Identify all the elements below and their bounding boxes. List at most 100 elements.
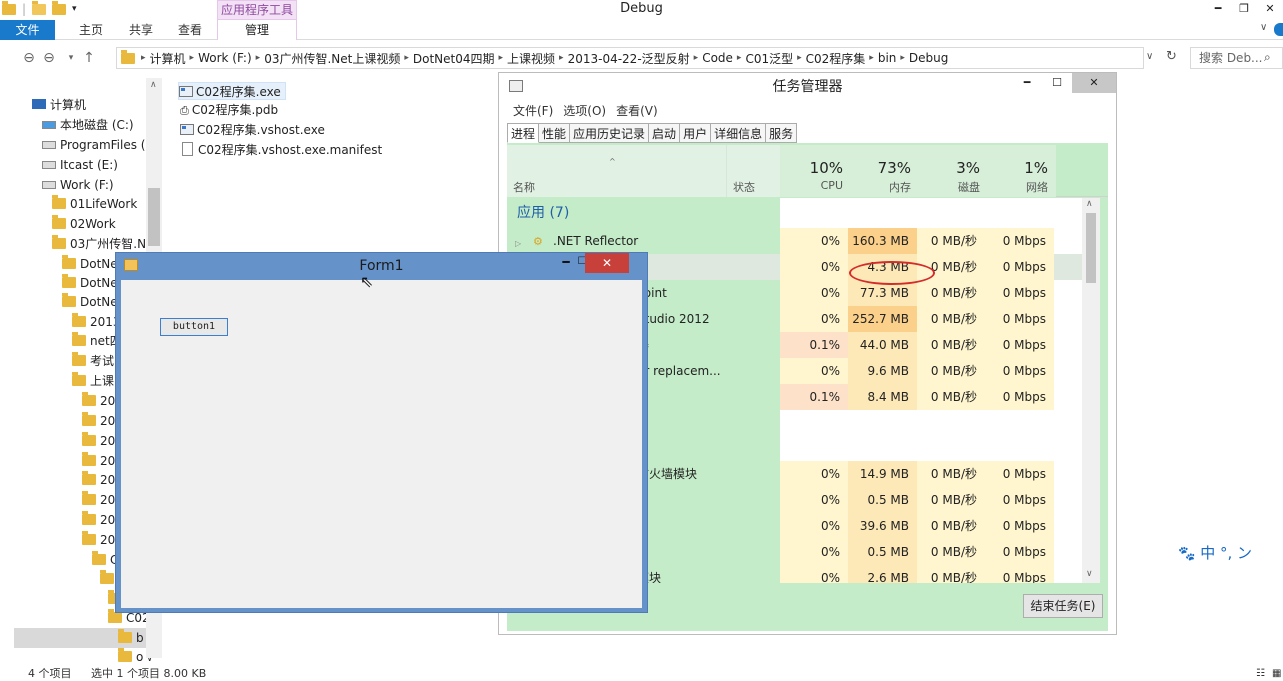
- address-bar[interactable]: ▸ 计算机 ▸ Work (F:) ▸ 03广州传智.Net上课视频 ▸ DotNet…: [116, 47, 1144, 69]
- ime-toolbar[interactable]: 🐾 中 °, ン: [1178, 541, 1283, 565]
- paw-icon[interactable]: 🐾: [1178, 546, 1195, 562]
- tab-details[interactable]: 详细信息: [711, 123, 767, 143]
- ribbon-tab-file[interactable]: 文件: [0, 20, 55, 40]
- properties-folder-icon[interactable]: [52, 0, 67, 15]
- menu-file[interactable]: 文件(F): [513, 102, 553, 119]
- column-header-name[interactable]: 名称: [513, 179, 535, 195]
- column-header-disk[interactable]: 磁盘: [917, 179, 980, 195]
- tab-services[interactable]: 服务: [766, 123, 798, 143]
- breadcrumb-separator[interactable]: ▸: [559, 53, 564, 63]
- ribbon-tab-share[interactable]: 共享: [129, 20, 153, 40]
- nav-item-folder[interactable]: 上课: [72, 371, 114, 391]
- ime-status-text[interactable]: 中 °, ン: [1200, 544, 1252, 562]
- minimize-icon[interactable]: ━: [1012, 73, 1042, 93]
- nav-item-folder[interactable]: DotNe: [62, 273, 118, 293]
- nav-item-folder[interactable]: 20: [82, 470, 115, 490]
- nav-item-folder-bin[interactable]: b: [118, 628, 144, 648]
- nav-item-folder[interactable]: 20: [82, 490, 115, 510]
- group-header-apps[interactable]: 应用 (7): [507, 198, 1082, 224]
- file-item-pdb[interactable]: ⎙ C02程序集.pdb: [180, 101, 278, 119]
- help-icon[interactable]: [1274, 23, 1283, 36]
- minimize-icon[interactable]: ━: [1205, 0, 1231, 18]
- nav-item-folder[interactable]: 01LifeWork: [52, 194, 137, 214]
- button1[interactable]: button1: [160, 318, 228, 336]
- nav-item-folder[interactable]: 20: [82, 510, 115, 530]
- process-list-scrollbar-thumb[interactable]: [1086, 213, 1096, 283]
- qat-dropdown-icon[interactable]: ▾: [72, 4, 77, 14]
- breadcrumb-videos[interactable]: 上课视频: [507, 50, 555, 67]
- end-task-button[interactable]: 结束任务(E): [1023, 594, 1103, 618]
- breadcrumb-date[interactable]: 2013-04-22-泛型反射: [568, 50, 690, 67]
- breadcrumb-computer[interactable]: 计算机: [150, 50, 186, 67]
- ribbon-tab-manage[interactable]: 管理: [217, 20, 297, 40]
- nav-item-folder[interactable]: 考试: [72, 351, 114, 371]
- nav-item-folder[interactable]: 2013: [72, 312, 121, 332]
- ribbon-expand-icon[interactable]: ∨: [1260, 22, 1267, 33]
- nav-item-folder[interactable]: 20: [82, 530, 115, 550]
- column-header-network[interactable]: 网络: [985, 179, 1048, 195]
- nav-scrollbar-thumb[interactable]: [148, 188, 160, 246]
- ribbon-tab-view[interactable]: 查看: [178, 20, 202, 40]
- scroll-up-icon[interactable]: ∧: [150, 80, 157, 90]
- forward-button[interactable]: ⊖: [40, 49, 58, 67]
- breadcrumb-separator[interactable]: ▸: [900, 53, 905, 63]
- nav-item-computer[interactable]: 计算机: [32, 95, 86, 115]
- nav-item-folder[interactable]: 02Work: [52, 214, 116, 234]
- column-header-status[interactable]: 状态: [733, 179, 755, 195]
- breadcrumb-work[interactable]: Work (F:): [198, 51, 252, 65]
- back-button[interactable]: ⊖: [20, 49, 38, 67]
- nav-item-folder[interactable]: DotNe: [62, 292, 118, 312]
- close-icon[interactable]: ✕: [585, 253, 629, 273]
- large-icons-view-icon[interactable]: ▦: [1272, 666, 1281, 681]
- breadcrumb-c02[interactable]: C02程序集: [806, 50, 866, 67]
- nav-item-folder[interactable]: 20: [82, 411, 115, 431]
- scroll-up-icon[interactable]: ∧: [1086, 199, 1093, 209]
- breadcrumb-separator[interactable]: ▸: [141, 53, 146, 63]
- search-icon[interactable]: ⌕: [1264, 50, 1271, 65]
- new-folder-icon[interactable]: [32, 0, 47, 15]
- nav-item-folder[interactable]: 20: [82, 431, 115, 451]
- breadcrumb-separator[interactable]: ▸: [499, 53, 504, 63]
- restore-icon[interactable]: ❐: [1231, 0, 1257, 18]
- address-dropdown-icon[interactable]: ∨: [1146, 51, 1153, 62]
- nav-item-drive-e[interactable]: Itcast (E:): [42, 155, 118, 175]
- close-icon[interactable]: ✕: [1072, 73, 1116, 93]
- breadcrumb-separator[interactable]: ▸: [694, 53, 699, 63]
- breadcrumb-bin[interactable]: bin: [878, 51, 897, 65]
- menu-view[interactable]: 查看(V): [616, 102, 658, 119]
- process-row[interactable]: .NET Reflector 0% 160.3 MB 0 MB/秒 0 Mbps: [507, 228, 1082, 254]
- breadcrumb-separator[interactable]: ▸: [797, 53, 802, 63]
- nav-item-drive-c[interactable]: 本地磁盘 (C:): [42, 115, 134, 135]
- refresh-icon[interactable]: ↻: [1166, 49, 1177, 64]
- tab-processes[interactable]: 进程: [507, 123, 540, 143]
- breadcrumb-separator[interactable]: ▸: [404, 53, 409, 63]
- nav-item-folder[interactable]: 20: [82, 391, 115, 411]
- tab-startup[interactable]: 启动: [649, 123, 681, 143]
- tab-performance[interactable]: 性能: [539, 123, 571, 143]
- minimize-icon[interactable]: ━: [554, 253, 578, 273]
- details-view-icon[interactable]: ☷: [1256, 666, 1265, 681]
- breadcrumb-separator[interactable]: ▸: [190, 53, 195, 63]
- column-header-cpu[interactable]: CPU: [780, 179, 843, 192]
- nav-item-drive-f[interactable]: Work (F:): [42, 175, 114, 195]
- maximize-icon[interactable]: ☐: [1042, 73, 1072, 93]
- breadcrumb-separator[interactable]: ▸: [256, 53, 261, 63]
- nav-item-folder[interactable]: 03广州传智.Ne: [52, 234, 153, 254]
- nav-item-folder[interactable]: 20: [82, 451, 115, 471]
- up-button[interactable]: ↑: [80, 49, 98, 67]
- column-header-memory[interactable]: 内存: [848, 179, 911, 195]
- nav-item-folder[interactable]: DotNe: [62, 254, 118, 274]
- ribbon-tab-home[interactable]: 主页: [79, 20, 103, 40]
- file-item-vshost-exe[interactable]: C02程序集.vshost.exe: [180, 121, 325, 139]
- file-item-manifest[interactable]: C02程序集.vshost.exe.manifest: [182, 141, 382, 159]
- tab-app-history[interactable]: 应用历史记录: [570, 123, 650, 143]
- scroll-down-icon[interactable]: ∨: [1086, 569, 1093, 579]
- breadcrumb-c01[interactable]: C01泛型: [745, 50, 793, 67]
- breadcrumb-code[interactable]: Code: [702, 51, 733, 65]
- expand-arrow-icon[interactable]: ▷: [515, 239, 521, 248]
- file-item-exe[interactable]: C02程序集.exe: [178, 82, 286, 100]
- breadcrumb-debug[interactable]: Debug: [909, 51, 948, 65]
- breadcrumb-separator[interactable]: ▸: [869, 53, 874, 63]
- breadcrumb-course[interactable]: 03广州传智.Net上课视频: [264, 50, 400, 67]
- tab-users[interactable]: 用户: [680, 123, 712, 143]
